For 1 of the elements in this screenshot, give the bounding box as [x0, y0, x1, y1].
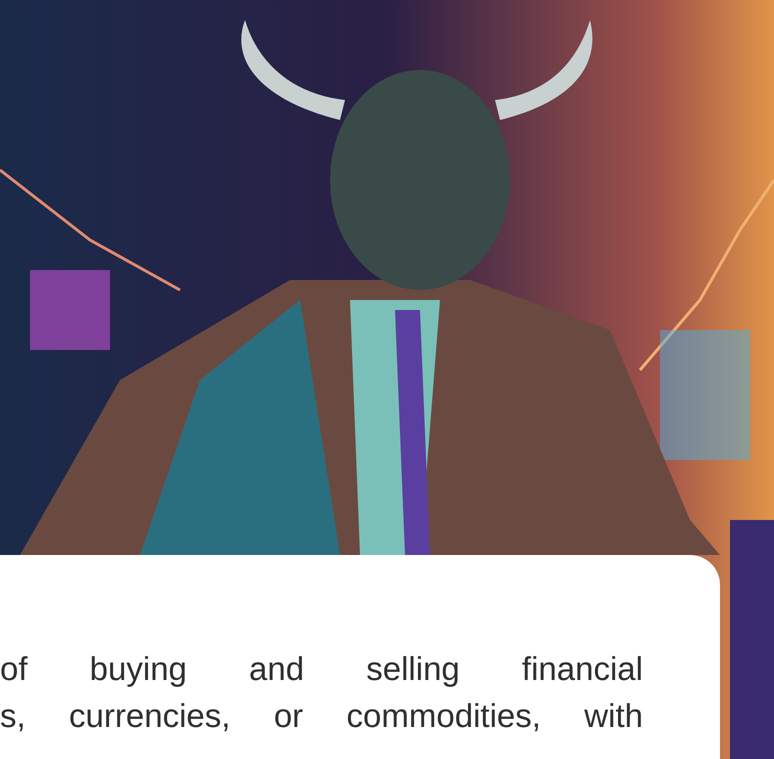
paragraph-text: of buying and selling financial s, currencies, or commodities, with	[0, 649, 643, 736]
